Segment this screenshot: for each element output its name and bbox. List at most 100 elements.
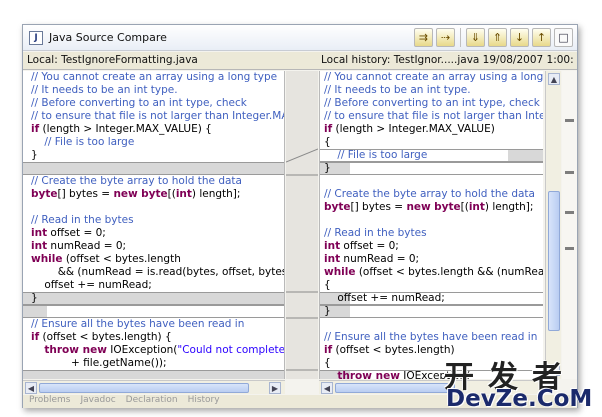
code-token: while (324, 266, 356, 278)
tab-javadoc[interactable]: Javadoc (80, 395, 115, 408)
left-horizontal-scroll-thumb[interactable] (39, 383, 249, 393)
code-token: ) length]; (191, 188, 241, 200)
code-token: int (175, 188, 192, 200)
watermark-logo: 开发者 DevZe.CoM (444, 352, 600, 414)
scroll-left-arrow-icon[interactable]: ◀ (25, 382, 37, 394)
code-token: // Before converting to an int type, che… (324, 97, 540, 109)
code-line: // Create the byte array to hold the dat… (31, 175, 284, 188)
code-line: } (31, 149, 284, 162)
scroll-left-arrow-icon[interactable]: ◀ (321, 382, 333, 394)
right-code-text: // You cannot create an array using a lo… (324, 71, 543, 379)
code-token: numRead = 0; (340, 253, 420, 265)
right-horizontal-scroll-thumb[interactable] (335, 383, 455, 393)
code-token: { (324, 136, 331, 148)
code-line: // Before converting to an int type, che… (31, 97, 284, 110)
copy-all-left-to-right-icon[interactable]: ⇉ (414, 28, 433, 47)
diff-highlight (23, 370, 284, 379)
code-token: new (406, 201, 431, 213)
code-line: } (324, 162, 543, 175)
code-token: if (31, 123, 40, 135)
code-token: byte (141, 188, 168, 200)
diff-overview-ruler[interactable] (562, 71, 577, 379)
vertical-scroll-thumb[interactable] (548, 191, 560, 331)
code-token: // You cannot create an array using a lo… (324, 71, 543, 83)
code-token: throw new (44, 344, 107, 356)
code-token: // to ensure that file is not larger tha… (31, 110, 284, 122)
code-line: && (numRead = is.read(bytes, offset, byt… (31, 266, 284, 279)
left-horizontal-scrollbar[interactable]: ◀ ▶ (23, 380, 285, 394)
code-line: // File is too large (31, 136, 284, 149)
code-line: int offset = 0; (31, 227, 284, 240)
right-code-pane[interactable]: // You cannot create an array using a lo… (319, 71, 543, 379)
code-token: byte (434, 201, 461, 213)
next-change-icon[interactable]: ↓ (510, 28, 529, 47)
code-line: offset += numRead; (324, 292, 543, 305)
left-code-pane[interactable]: // You cannot create an array using a lo… (23, 71, 285, 379)
tab-problems[interactable]: Problems (29, 395, 70, 408)
code-line: } (324, 305, 543, 318)
code-line: while (offset < bytes.length && (numRead… (324, 266, 543, 279)
code-line: // Read in the bytes (324, 227, 543, 240)
code-line: // Read in the bytes (31, 214, 284, 227)
code-token: if (324, 344, 333, 356)
tab-history[interactable]: History (188, 395, 220, 408)
title-bar: J Java Source Compare ⇉ ⇢ ⇓ ⇑ ↓ ↑ □ (23, 25, 577, 51)
code-line: // It needs to be an int type. (324, 84, 543, 97)
scroll-right-arrow-icon[interactable]: ▶ (269, 382, 281, 394)
code-line: int numRead = 0; (31, 240, 284, 253)
code-line: if (offset < bytes.length) { (31, 331, 284, 344)
code-line: + file.getName()); (31, 357, 284, 370)
code-token: // Ensure all the bytes have been read i… (31, 318, 245, 330)
java-file-icon: J (29, 30, 43, 45)
code-token: int (31, 240, 48, 252)
code-token: new (113, 188, 138, 200)
diff-marker[interactable] (565, 119, 574, 122)
code-token: (offset < bytes.length (62, 253, 181, 265)
code-line: int offset = 0; (324, 240, 543, 253)
vertical-scrollbar[interactable]: ▲ ▼ (545, 71, 561, 379)
code-line: // to ensure that file is not larger tha… (31, 110, 284, 123)
code-token: [] bytes = (57, 188, 114, 200)
compare-toolbar: ⇉ ⇢ ⇓ ⇑ ↓ ↑ □ (414, 28, 573, 47)
code-line: if (length > Integer.MAX_VALUE) (324, 123, 543, 136)
code-token: int (468, 201, 485, 213)
code-token: IOException( (106, 344, 178, 356)
previous-difference-icon[interactable]: ⇑ (488, 28, 507, 47)
code-line: // Ensure all the bytes have been read i… (31, 318, 284, 331)
code-token: byte (31, 188, 58, 200)
maximize-icon[interactable]: □ (554, 28, 573, 47)
code-line: // to ensure that file is not larger tha… (324, 110, 543, 123)
diff-marker[interactable] (565, 247, 574, 250)
code-line: offset += numRead; (31, 279, 284, 292)
diff-connectors (286, 148, 318, 371)
code-token: int (324, 240, 341, 252)
diff-marker[interactable] (565, 171, 574, 174)
diff-marker[interactable] (565, 211, 574, 214)
toolbar-separator (460, 28, 461, 47)
code-token: { (324, 357, 331, 369)
code-token: offset = 0; (47, 227, 106, 239)
code-token: int (31, 227, 48, 239)
previous-change-icon[interactable]: ↑ (532, 28, 551, 47)
tab-declaration[interactable]: Declaration (126, 395, 178, 408)
code-line: throw new IOException("Could not complet… (31, 344, 284, 357)
code-line: // You cannot create an array using a lo… (324, 71, 543, 84)
code-token: // Read in the bytes (324, 227, 427, 239)
left-pane-header: Local: TestIgnoreFormatting.java (27, 54, 198, 66)
next-difference-icon[interactable]: ⇓ (466, 28, 485, 47)
code-line: if (length > Integer.MAX_VALUE) { (31, 123, 284, 136)
right-pane-header: Local history: TestIgnor.....java 19/08/… (321, 54, 573, 66)
code-token: numRead = 0; (47, 240, 127, 252)
code-token: // Create the byte array to hold the dat… (31, 175, 242, 187)
code-line: // You cannot create an array using a lo… (31, 71, 284, 84)
copy-current-left-to-right-icon[interactable]: ⇢ (436, 28, 455, 47)
code-token: } (324, 162, 331, 174)
code-token: int (324, 253, 341, 265)
scroll-up-arrow-icon[interactable]: ▲ (548, 73, 560, 85)
